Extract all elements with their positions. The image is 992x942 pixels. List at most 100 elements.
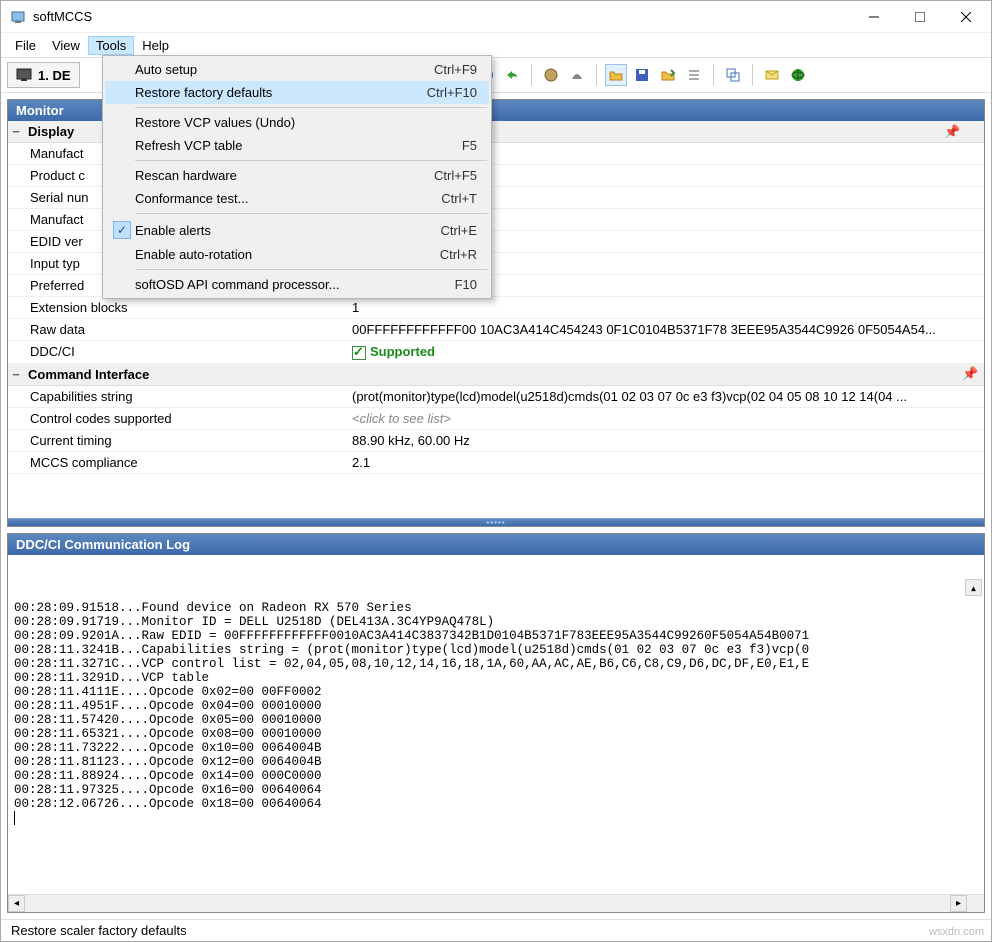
property-row[interactable]: Extension blocks1 [8, 297, 984, 319]
log-line: 00:28:09.9201A...Raw EDID = 00FFFFFFFFFF… [14, 629, 978, 643]
log-line: 00:28:09.91518...Found device on Radeon … [14, 601, 978, 615]
toolbar-separator [596, 64, 597, 86]
menu-label: softOSD API command processor... [135, 277, 455, 292]
toolbar-separator [713, 64, 714, 86]
menu-item[interactable]: softOSD API command processor...F10 [105, 273, 489, 296]
property-value[interactable]: 00FFFFFFFFFFFF00 10AC3A414C454243 0F1C01… [348, 319, 984, 340]
menu-label: Rescan hardware [135, 168, 434, 183]
menu-separator [135, 213, 487, 214]
menu-item[interactable]: Conformance test...Ctrl+T [105, 187, 489, 210]
menu-tools[interactable]: Tools [88, 36, 134, 55]
menu-view[interactable]: View [44, 36, 88, 55]
log-panel: DDC/CI Communication Log ▴ 00:28:09.9151… [7, 533, 985, 913]
property-value[interactable]: 1 [348, 297, 984, 318]
property-row[interactable]: Current timing88.90 kHz, 60.00 Hz [8, 430, 984, 452]
monitor-icon [16, 66, 34, 84]
maximize-button[interactable] [897, 2, 943, 32]
menu-help[interactable]: Help [134, 36, 177, 55]
window-title: softMCCS [33, 9, 851, 24]
pin-icon[interactable]: 📌 [962, 366, 984, 382]
log-line: 00:28:11.57420....Opcode 0x05=00 0001000… [14, 713, 978, 727]
watermark: wsxdn.com [929, 926, 984, 938]
menu-accelerator: F10 [455, 277, 483, 292]
tool1-icon[interactable] [540, 64, 562, 86]
property-value[interactable]: <click to see list> [348, 408, 984, 429]
title-bar: softMCCS [1, 1, 991, 33]
menu-accelerator: Ctrl+R [440, 247, 483, 262]
log-line: 00:28:11.3271C...VCP control list = 02,0… [14, 657, 978, 671]
property-row[interactable]: Control codes supported<click to see lis… [8, 408, 984, 430]
log-line: 00:28:12.06726....Opcode 0x18=00 0064006… [14, 797, 978, 811]
log-line: 00:28:11.3241B...Capabilities string = (… [14, 643, 978, 657]
menu-item[interactable]: Enable auto-rotationCtrl+R [105, 243, 489, 266]
menu-item[interactable]: Refresh VCP tableF5 [105, 134, 489, 157]
text-cursor [14, 811, 978, 825]
property-row[interactable]: MCCS compliance2.1 [8, 452, 984, 474]
property-row[interactable]: Raw data00FFFFFFFFFFFF00 10AC3A414C45424… [8, 319, 984, 341]
menu-separator [135, 160, 487, 161]
log-textarea[interactable]: ▴ 00:28:09.91518...Found device on Radeo… [8, 555, 984, 894]
menu-accelerator: F5 [462, 138, 483, 153]
property-value[interactable]: 88.90 kHz, 60.00 Hz [348, 430, 984, 451]
menu-item[interactable]: Auto setupCtrl+F9 [105, 58, 489, 81]
toolbar-separator [752, 64, 753, 86]
menu-file[interactable]: File [7, 36, 44, 55]
checkbox-icon [352, 346, 366, 360]
menu-separator [135, 269, 487, 270]
toolbar-separator [531, 64, 532, 86]
menu-separator [135, 107, 487, 108]
windows-icon[interactable] [722, 64, 744, 86]
globe-icon[interactable] [787, 64, 809, 86]
check-icon: ✓ [113, 221, 131, 239]
horizontal-scrollbar[interactable]: ◂ ▸ [8, 894, 984, 912]
command-interface-section-header[interactable]: − Command Interface 📌 [8, 364, 984, 386]
menu-gutter: ✓ [109, 221, 135, 239]
property-row[interactable]: Capabilities string(prot(monitor)type(lc… [8, 386, 984, 408]
list-icon[interactable] [683, 64, 705, 86]
minimize-button[interactable] [851, 2, 897, 32]
property-value[interactable]: 2.1 [348, 452, 984, 473]
property-label: Extension blocks [8, 297, 348, 318]
statusbar: Restore scaler factory defaults wsxdn.co… [1, 919, 991, 941]
menu-label: Refresh VCP table [135, 138, 462, 153]
tool2-icon[interactable] [566, 64, 588, 86]
menu-accelerator: Ctrl+F5 [434, 168, 483, 183]
close-button[interactable] [943, 2, 989, 32]
log-line: 00:28:11.88924....Opcode 0x14=00 000C000… [14, 769, 978, 783]
property-label: Raw data [8, 319, 348, 340]
scroll-up-button[interactable]: ▴ [965, 579, 982, 596]
panel-splitter[interactable]: ▪▪▪▪▪ [8, 518, 984, 526]
log-line: 00:28:11.4951F....Opcode 0x04=00 0001000… [14, 699, 978, 713]
menu-accelerator: Ctrl+E [441, 223, 483, 238]
export-icon[interactable] [657, 64, 679, 86]
menu-item[interactable]: Rescan hardwareCtrl+F5 [105, 164, 489, 187]
menu-item[interactable]: ✓Enable alertsCtrl+E [105, 217, 489, 243]
scroll-right-button[interactable]: ▸ [950, 895, 967, 912]
menu-label: Conformance test... [135, 191, 441, 206]
collapse-icon[interactable]: − [8, 367, 24, 382]
menu-label: Restore VCP values (Undo) [135, 115, 477, 130]
tools-dropdown: Auto setupCtrl+F9Restore factory default… [102, 55, 492, 299]
menu-label: Auto setup [135, 62, 434, 77]
pin-icon[interactable]: 📌 [944, 124, 966, 140]
collapse-icon[interactable]: − [8, 124, 24, 139]
scroll-left-button[interactable]: ◂ [8, 895, 25, 912]
property-label: Current timing [8, 430, 348, 451]
mail-icon[interactable] [761, 64, 783, 86]
property-label: MCCS compliance [8, 452, 348, 473]
log-line: 00:28:11.3291D...VCP table [14, 671, 978, 685]
undo-icon[interactable] [501, 64, 523, 86]
save-icon[interactable] [631, 64, 653, 86]
property-value[interactable]: Supported [348, 341, 984, 363]
open-folder-icon[interactable] [605, 64, 627, 86]
property-label: Control codes supported [8, 408, 348, 429]
property-label: DDC/CI [8, 341, 348, 363]
log-header: DDC/CI Communication Log [8, 534, 984, 555]
app-icon [11, 9, 27, 25]
app-window: softMCCS File View Tools Help Auto setup… [0, 0, 992, 942]
menu-item[interactable]: Restore VCP values (Undo) [105, 111, 489, 134]
property-row[interactable]: DDC/CISupported [8, 341, 984, 364]
menu-item[interactable]: Restore factory defaultsCtrl+F10 [105, 81, 489, 104]
property-value[interactable]: (prot(monitor)type(lcd)model(u2518d)cmds… [348, 386, 984, 407]
monitor-tab[interactable]: 1. DE [7, 62, 80, 88]
